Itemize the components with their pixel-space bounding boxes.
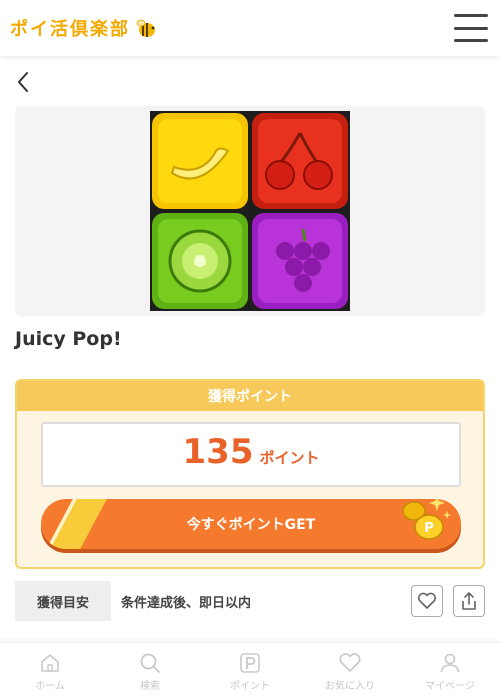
point-value-box: 135 ポイント <box>41 422 461 487</box>
point-number: 135 <box>182 432 254 472</box>
app-hero <box>15 106 485 316</box>
point-panel-header: 獲得ポイント <box>17 381 483 411</box>
tab-label: ポイント <box>230 680 270 692</box>
share-icon <box>462 592 476 610</box>
coin-icon: P <box>402 499 451 540</box>
tab-home[interactable]: ホーム <box>0 643 100 700</box>
logo-text: ポイ活倶楽部 <box>10 19 130 40</box>
point-icon <box>240 652 260 673</box>
estimate-label: 獲得目安 <box>15 581 111 621</box>
bee-icon <box>136 19 155 37</box>
back-button[interactable] <box>12 68 36 96</box>
home-icon <box>41 653 59 672</box>
tab-mypage[interactable]: マイページ <box>400 643 500 700</box>
logo[interactable]: ポイ活倶楽部 <box>10 15 158 41</box>
user-icon <box>440 653 460 672</box>
app-header: ポイ活倶楽部 <box>0 0 500 56</box>
estimate-row: 獲得目安 条件達成後、即日以内 <box>15 581 485 621</box>
search-icon <box>140 653 160 673</box>
app-title: Juicy Pop! <box>15 328 122 350</box>
tab-label: ホーム <box>35 680 65 692</box>
hamburger-menu-icon[interactable] <box>454 14 488 42</box>
share-button[interactable] <box>453 585 485 617</box>
point-unit: ポイント <box>259 449 320 467</box>
heart-icon <box>417 592 437 609</box>
chevron-left-icon <box>17 72 28 92</box>
favorite-button[interactable] <box>411 585 443 617</box>
tab-label: マイページ <box>425 680 475 692</box>
tab-points[interactable]: ポイント <box>200 643 300 700</box>
tab-search[interactable]: 検索 <box>100 643 200 700</box>
fruit-puzzle-app-icon <box>150 111 350 311</box>
get-points-label: 今すぐポイントGET <box>186 517 316 533</box>
tab-label: お気に入り <box>325 680 375 692</box>
point-panel: 獲得ポイント 135 ポイント 今すぐポイントGET P <box>15 379 485 569</box>
estimate-value: 条件達成後、即日以内 <box>121 595 252 611</box>
tab-favorites[interactable]: お気に入り <box>300 643 400 700</box>
heart-icon <box>339 652 361 672</box>
bottom-tab-bar: ホーム 検索 ポイント お気に入り マイページ <box>0 642 500 700</box>
tab-label: 検索 <box>140 680 160 692</box>
svg-text:P: P <box>424 521 434 536</box>
get-points-button[interactable]: 今すぐポイントGET P <box>41 499 461 549</box>
